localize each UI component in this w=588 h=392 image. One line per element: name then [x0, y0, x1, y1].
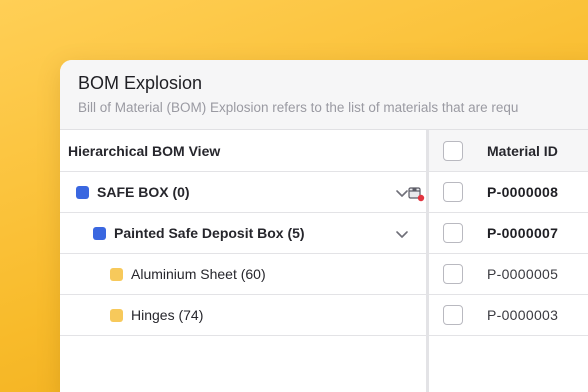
tree-leaf-marker [110, 267, 123, 281]
tree-leaf-marker [110, 308, 123, 322]
material-id-cell: P-0000005 [487, 266, 559, 282]
tree-item-label: SAFE BOX (0) [97, 184, 190, 200]
tree-node-marker [76, 185, 89, 199]
page-subtitle: Bill of Material (BOM) Explosion refers … [78, 100, 519, 115]
row-checkbox[interactable] [443, 264, 463, 284]
select-all-checkbox[interactable] [443, 140, 463, 161]
tree-item-safe-box[interactable]: SAFE BOX (0) [60, 172, 426, 213]
tree-item-label: Hinges (74) [131, 307, 204, 323]
material-id-cell: P-0000007 [487, 225, 559, 241]
row-checkbox[interactable] [443, 223, 463, 243]
tree-node-marker [93, 226, 106, 240]
bom-tree-panel: Hierarchical BOM View SAFE BOX (0) Paint… [60, 130, 426, 392]
tree-item-hinges[interactable]: Hinges (74) [60, 295, 426, 336]
row-checkbox[interactable] [443, 305, 463, 325]
table-row[interactable]: P-0000003 [429, 295, 588, 336]
chevron-down-icon[interactable] [394, 226, 410, 242]
table-row[interactable]: P-0000008 [429, 172, 588, 213]
page-title: BOM Explosion [78, 73, 203, 93]
table-header-row: Material ID [429, 130, 588, 172]
table-row[interactable]: P-0000007 [429, 213, 588, 254]
tree-item-label: Aluminium Sheet (60) [131, 266, 266, 282]
tree-item-aluminium-sheet[interactable]: Aluminium Sheet (60) [60, 254, 426, 295]
material-table-panel: Material ID P-0000008 P-0000007 P-000000… [426, 130, 588, 392]
window-header: BOM Explosion Bill of Material (BOM) Exp… [60, 60, 588, 130]
tree-item-painted-safe-deposit-box[interactable]: Painted Safe Deposit Box (5) [60, 213, 426, 254]
table-row[interactable]: P-0000005 [429, 254, 588, 295]
tree-header: Hierarchical BOM View [60, 130, 426, 172]
tree-item-label: Painted Safe Deposit Box (5) [114, 225, 305, 241]
box-alert-icon[interactable] [407, 184, 425, 202]
material-id-cell: P-0000008 [487, 184, 559, 200]
bom-window: BOM Explosion Bill of Material (BOM) Exp… [60, 60, 588, 392]
material-id-cell: P-0000003 [487, 307, 559, 323]
row-checkbox[interactable] [443, 182, 463, 202]
material-id-column-header[interactable]: Material ID [487, 143, 558, 159]
